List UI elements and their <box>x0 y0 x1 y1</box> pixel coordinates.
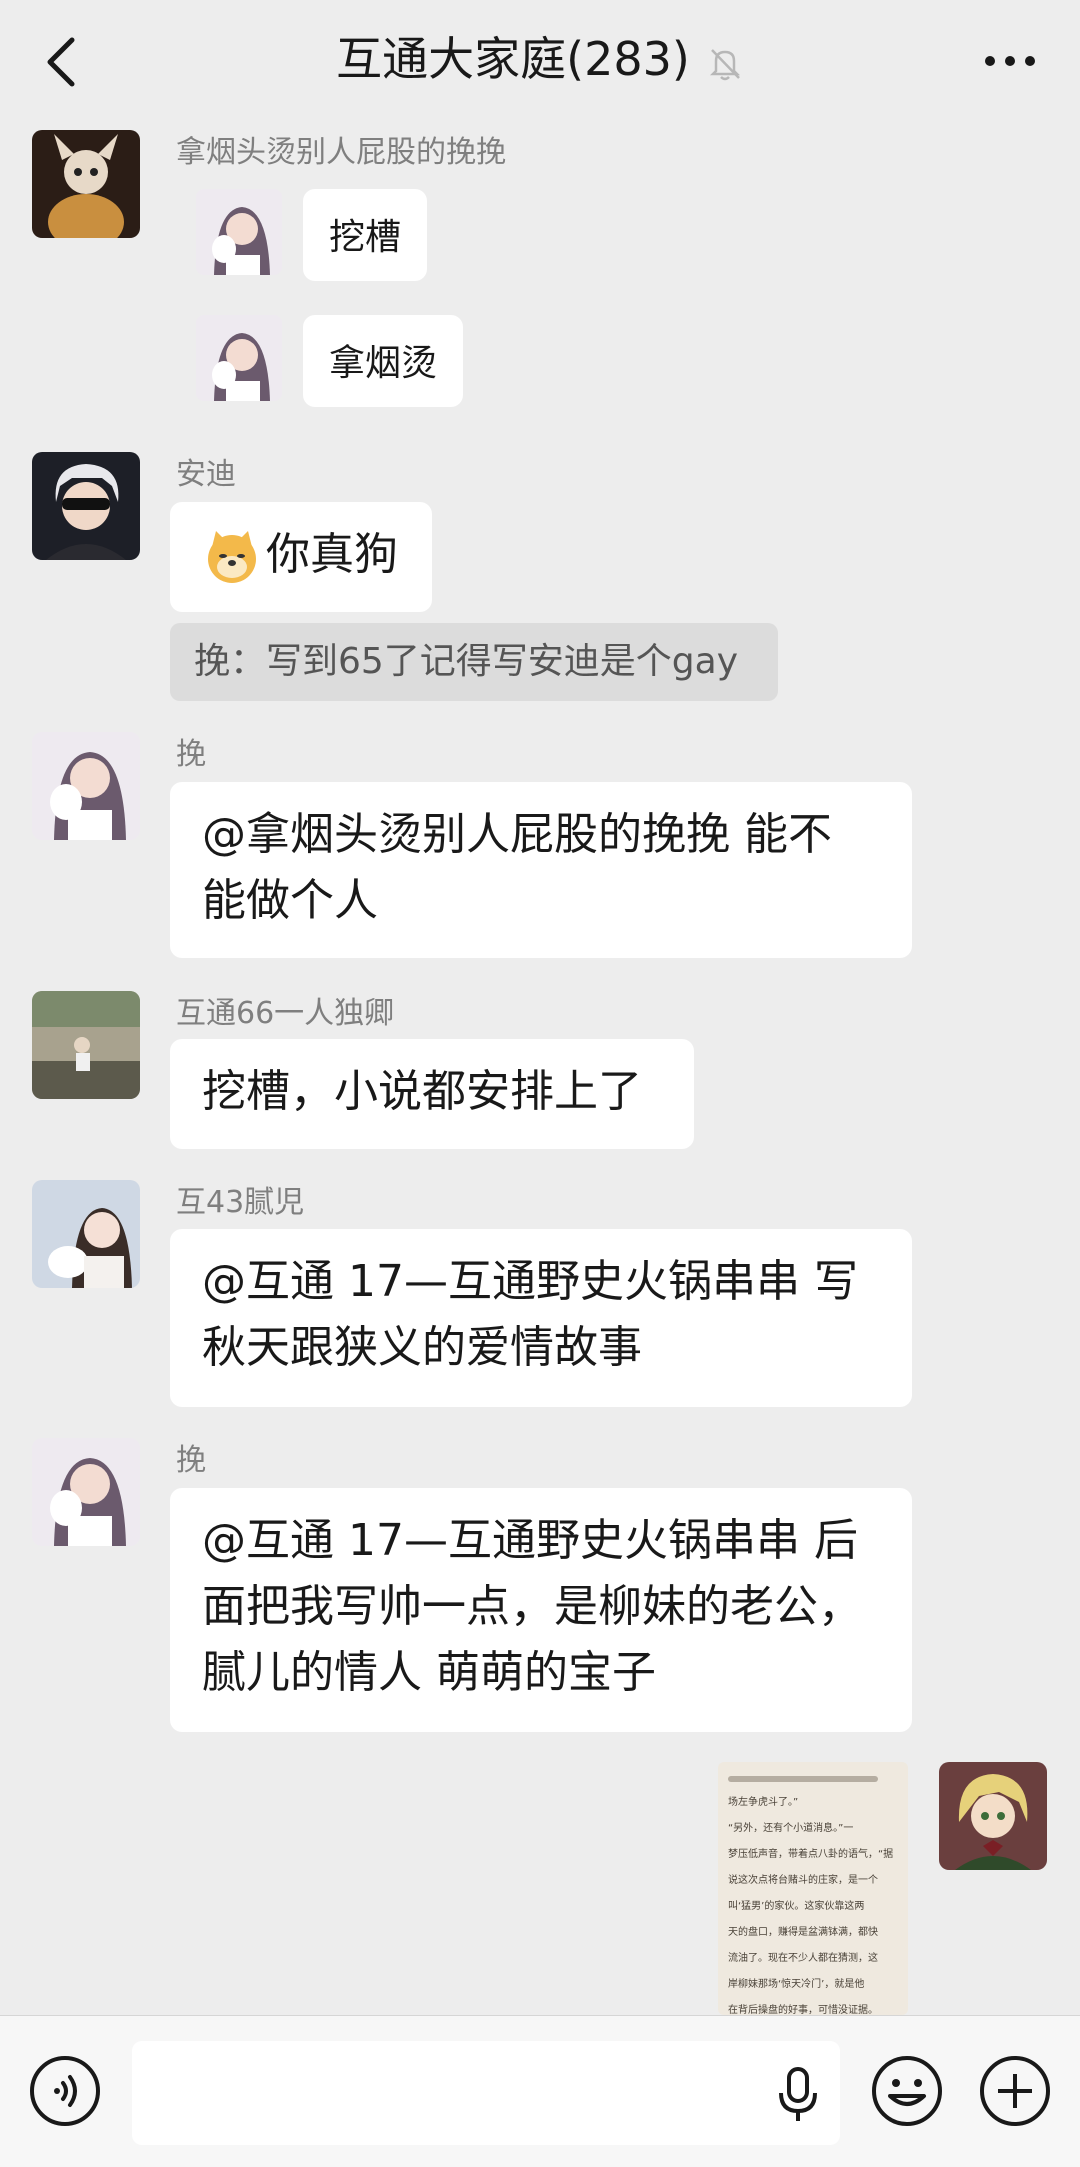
sender-name: 挽 <box>176 1443 206 1478</box>
message-text-line: 能做个人 <box>202 875 378 926</box>
microphone-icon[interactable] <box>776 2065 820 2123</box>
avatar[interactable] <box>32 1180 140 1288</box>
image-status-bar <box>728 1776 878 1782</box>
message-text: 你真狗 <box>266 529 398 580</box>
avatar[interactable] <box>32 732 140 840</box>
message-bubble[interactable]: @互通 17—互通野史火锅串串 后 面把我写帅一点，是柳妹的老公， 腻儿的情人 … <box>170 1488 912 1732</box>
quoted-reply[interactable]: 挽：写到65了记得写安迪是个gay <box>170 623 778 701</box>
plus-circle-icon[interactable] <box>978 2054 1052 2128</box>
message-text-line: 秋天跟狭义的爱情故事 <box>202 1322 642 1373</box>
avatar[interactable] <box>32 991 140 1099</box>
avatar[interactable] <box>939 1762 1047 1870</box>
avatar[interactable] <box>32 452 140 560</box>
sender-name: 互43腻児 <box>176 1185 305 1220</box>
message-text-line: @互通 17—互通野史火锅串串 写 <box>202 1256 858 1307</box>
message-text-line: @互通 17—互通野史火锅串串 后 <box>202 1515 858 1566</box>
input-bar <box>0 2015 1080 2167</box>
more-dots-icon[interactable] <box>980 36 1040 86</box>
chat-header: 互通大家庭(283) <box>0 0 1080 125</box>
message-bubble[interactable]: 挖槽，小说都安排上了 <box>170 1039 694 1149</box>
bell-slash-icon <box>709 48 740 80</box>
message-bubble[interactable]: 拿烟烫 <box>303 315 464 407</box>
avatar[interactable] <box>32 1438 140 1546</box>
shared-image[interactable]: 场左争虎斗了。” “另外，还有个小道消息。”一 梦压低声音，带着点八卦的语气，“… <box>718 1762 908 2015</box>
sender-name: 互通66一人独卿 <box>176 996 395 1031</box>
message-bubble[interactable]: @互通 17—互通野史火锅串串 写 秋天跟狭义的爱情故事 <box>170 1229 912 1407</box>
message-bubble[interactable]: 挖槽 <box>303 189 428 281</box>
voice-icon[interactable] <box>28 2054 102 2128</box>
message-text-line: @拿烟头烫别人屁股的挽挽 能不 <box>202 809 832 860</box>
smiley-icon[interactable] <box>870 2054 944 2128</box>
image-text: 场左争虎斗了。” “另外，还有个小道消息。”一 梦压低声音，带着点八卦的语气，“… <box>728 1797 894 2015</box>
message-bubble[interactable]: 你真狗 <box>170 502 432 612</box>
sender-name: 安迪 <box>176 457 236 492</box>
sender-name: 挽 <box>176 737 206 772</box>
message-list[interactable]: 拿烟头烫别人屁股的挽挽 挖槽 拿烟烫 安迪 你真狗 挽：写到65了记得写安迪是个… <box>0 125 1080 2015</box>
message-bubble[interactable]: @拿烟头烫别人屁股的挽挽 能不 能做个人 <box>170 782 912 958</box>
message-text-line: 面把我写帅一点，是柳妹的老公， <box>202 1581 862 1632</box>
message-text-line: 腻儿的情人 萌萌的宝子 <box>202 1647 656 1698</box>
avatar[interactable] <box>196 315 282 401</box>
message-input[interactable] <box>132 2041 840 2145</box>
avatar[interactable] <box>196 189 282 275</box>
sender-name: 拿烟头烫别人屁股的挽挽 <box>176 135 506 170</box>
chat-title-row: 互通大家庭(283) <box>0 24 1080 94</box>
avatar[interactable] <box>32 130 140 238</box>
chat-title: 互通大家庭(283) <box>336 32 690 86</box>
doge-emoji-icon <box>208 531 256 583</box>
